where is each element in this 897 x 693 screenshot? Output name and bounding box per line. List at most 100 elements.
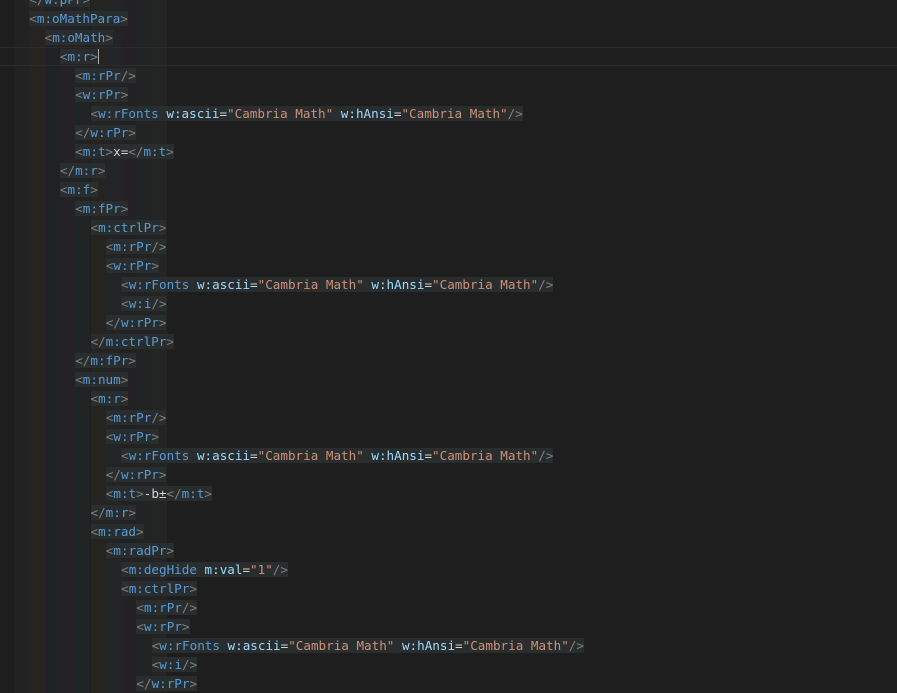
code-line[interactable]: <m:rPr/> xyxy=(0,237,897,256)
token-attr: w:ascii xyxy=(196,448,251,463)
token-eq: = xyxy=(250,448,258,463)
code-content: <m:oMathPara> xyxy=(29,11,128,26)
code-line[interactable]: <w:rPr> xyxy=(0,85,897,104)
token-tag: m:rPr xyxy=(82,68,121,83)
token-tag: m:rPr xyxy=(143,600,182,615)
token-b: < xyxy=(75,201,83,216)
code-content: <w:rFonts w:ascii="Cambria Math" w:hAnsi… xyxy=(151,638,584,653)
code-content: <m:ctrlPr> xyxy=(90,220,167,235)
code-line[interactable]: <m:oMathPara> xyxy=(0,9,897,28)
token-val: "Cambria Math" xyxy=(432,277,539,292)
code-line[interactable]: <m:ctrlPr> xyxy=(0,218,897,237)
token-b: </ xyxy=(105,467,121,482)
token-tag: m:oMathPara xyxy=(36,11,121,26)
code-content: <m:rad> xyxy=(90,524,144,539)
code-line[interactable]: <m:ctrlPr> xyxy=(0,579,897,598)
token-tag: m:oMath xyxy=(52,30,106,45)
token-b: > xyxy=(189,676,198,691)
token-b: > xyxy=(166,144,174,159)
code-line[interactable]: <m:rPr/> xyxy=(0,66,897,85)
token-tag: m:t xyxy=(143,144,167,159)
code-line[interactable]: <m:oMath> xyxy=(0,28,897,47)
token-b: > xyxy=(181,619,190,634)
code-line[interactable]: <w:rPr> xyxy=(0,617,897,636)
token-b: < xyxy=(75,372,83,387)
code-content: <m:rPr/> xyxy=(105,239,167,254)
code-line[interactable]: <m:radPr> xyxy=(0,541,897,560)
token-b: /> xyxy=(272,562,288,577)
code-line[interactable]: <m:t>x=</m:t> xyxy=(0,142,897,161)
token-b: < xyxy=(75,68,83,83)
token-tag: w:rPr xyxy=(120,315,159,330)
code-line[interactable]: <w:i/> xyxy=(0,655,897,674)
token-b: > xyxy=(151,429,159,444)
token-b: < xyxy=(121,448,129,463)
token-b: > xyxy=(151,258,159,273)
code-line[interactable]: <w:rPr> xyxy=(0,427,897,446)
token-tag: m:rPr xyxy=(113,410,152,425)
code-line[interactable]: <m:rPr/> xyxy=(0,598,897,617)
token-b: < xyxy=(29,11,37,26)
token-b: < xyxy=(90,524,99,539)
code-line[interactable]: <w:rFonts w:ascii="Cambria Math" w:hAnsi… xyxy=(0,104,897,123)
token-b: > xyxy=(97,163,106,178)
token-b: > xyxy=(128,125,136,140)
code-content: <w:i/> xyxy=(151,657,198,672)
text-cursor xyxy=(97,49,100,64)
token-val: "Cambria Math" xyxy=(462,638,569,653)
code-line[interactable]: <m:r> xyxy=(0,389,897,408)
code-line[interactable]: </w:rPr> xyxy=(0,674,897,693)
code-content: <w:rPr> xyxy=(105,429,159,444)
token-b: > xyxy=(128,505,137,520)
code-line[interactable]: <m:fPr> xyxy=(0,199,897,218)
token-b: > xyxy=(158,220,167,235)
code-line[interactable]: <m:f> xyxy=(0,180,897,199)
code-line[interactable]: </m:ctrlPr> xyxy=(0,332,897,351)
token-eq: = xyxy=(455,638,463,653)
token-attr: m:val xyxy=(204,562,243,577)
token-b: /> xyxy=(151,239,167,254)
token-b: > xyxy=(166,543,175,558)
token-tag: m:ctrlPr xyxy=(128,581,190,596)
token-tag: w:rPr xyxy=(82,87,121,102)
code-line[interactable]: </w:rPr> xyxy=(0,313,897,332)
code-line[interactable]: </w:rPr> xyxy=(0,123,897,142)
token-tag: w:rFonts xyxy=(98,106,159,121)
token-eq: = xyxy=(242,562,251,577)
code-line[interactable]: <m:rad> xyxy=(0,522,897,541)
token-val: "1" xyxy=(250,562,273,577)
code-line[interactable]: <w:rPr> xyxy=(0,256,897,275)
token-b: < xyxy=(121,277,129,292)
code-line[interactable]: <m:num> xyxy=(0,370,897,389)
token-val: "Cambria Math" xyxy=(401,106,508,121)
code-content: </m:ctrlPr> xyxy=(90,334,174,349)
code-line[interactable]: </w:rPr> xyxy=(0,465,897,484)
code-lines[interactable]: </w:pPr><m:oMathPara><m:oMath><m:r><m:rP… xyxy=(0,0,897,693)
code-line[interactable]: <m:t>-b±</m:t> xyxy=(0,484,897,503)
code-line[interactable]: </m:r> xyxy=(0,503,897,522)
token-eq: = xyxy=(250,277,258,292)
code-line[interactable]: <w:i/> xyxy=(0,294,897,313)
code-line[interactable]: <m:r> xyxy=(0,47,897,66)
token-b: > xyxy=(105,144,114,159)
code-line[interactable]: <w:rFonts w:ascii="Cambria Math" w:hAnsi… xyxy=(0,275,897,294)
token-attr: w:hAnsi xyxy=(340,106,394,121)
token-b: < xyxy=(75,144,83,159)
code-line[interactable]: <m:rPr/> xyxy=(0,408,897,427)
token-b: > xyxy=(105,30,113,45)
token-b: </ xyxy=(90,334,106,349)
code-line[interactable]: <m:degHide m:val="1"/> xyxy=(0,560,897,579)
code-content: <m:t>-b±</m:t> xyxy=(105,486,212,501)
code-line[interactable]: </m:fPr> xyxy=(0,351,897,370)
code-content: <m:radPr> xyxy=(105,543,175,558)
code-editor[interactable]: </w:pPr><m:oMathPara><m:oMath><m:r><m:rP… xyxy=(0,0,897,693)
token-b: /> xyxy=(151,296,167,311)
token-tag: m:r xyxy=(98,391,121,406)
code-line[interactable]: <w:rFonts w:ascii="Cambria Math" w:hAnsi… xyxy=(0,446,897,465)
token-b: > xyxy=(136,524,144,539)
token-b: /> xyxy=(182,657,198,672)
code-line[interactable]: <w:rFonts w:ascii="Cambria Math" w:hAnsi… xyxy=(0,636,897,655)
code-line[interactable]: </w:pPr> xyxy=(0,0,897,9)
token-tag: w:rFonts xyxy=(159,638,220,653)
code-line[interactable]: </m:r> xyxy=(0,161,897,180)
